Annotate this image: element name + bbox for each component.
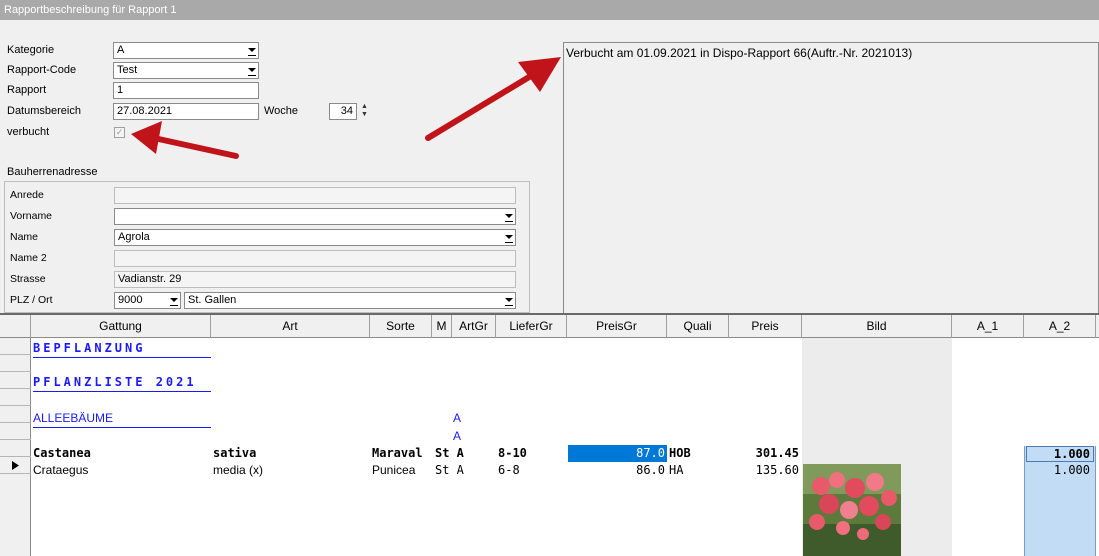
header-art[interactable]: Art bbox=[211, 315, 370, 338]
cell-quali[interactable]: HOB bbox=[669, 445, 691, 461]
cell-liefergr[interactable]: 8-10 bbox=[498, 445, 527, 461]
section-underline bbox=[33, 391, 211, 392]
row-indicator[interactable] bbox=[0, 389, 31, 406]
cell-gattung[interactable]: Crataegus bbox=[33, 462, 88, 478]
plant-photo[interactable] bbox=[803, 464, 901, 556]
arrow-to-memo-icon bbox=[425, 57, 561, 141]
arrow-to-checkbox-icon bbox=[131, 121, 239, 159]
plant-grid: Gattung Art Sorte M ArtGr LieferGr Preis… bbox=[0, 313, 1099, 556]
cell-sorte[interactable]: Maraval bbox=[372, 445, 423, 461]
header-preis[interactable]: Preis bbox=[729, 315, 802, 338]
current-row-icon bbox=[12, 461, 19, 470]
section-underline bbox=[33, 357, 211, 358]
header-liefergr[interactable]: LieferGr bbox=[496, 315, 567, 338]
header-sorte[interactable]: Sorte bbox=[370, 315, 432, 338]
cell-a2[interactable]: 1.000 bbox=[1026, 446, 1094, 462]
cell-artgr[interactable]: St A bbox=[435, 445, 464, 461]
cell-quali[interactable]: HA bbox=[669, 462, 683, 478]
header-preisgr[interactable]: PreisGr bbox=[567, 315, 667, 338]
group-artgr[interactable]: A bbox=[453, 428, 461, 444]
cell-preis[interactable]: 135.60 bbox=[729, 462, 799, 478]
header-bild[interactable]: Bild bbox=[802, 315, 952, 338]
header-a2[interactable]: A_2 bbox=[1024, 315, 1096, 338]
header-quali[interactable]: Quali bbox=[667, 315, 729, 338]
cell-a2[interactable]: 1.000 bbox=[1028, 462, 1090, 478]
header-m[interactable]: M bbox=[432, 315, 452, 338]
row-indicator[interactable] bbox=[0, 423, 31, 440]
group-artgr[interactable]: A bbox=[453, 410, 461, 426]
grid-header: Gattung Art Sorte M ArtGr LieferGr Preis… bbox=[0, 315, 1099, 338]
cell-art[interactable]: media (x) bbox=[213, 462, 263, 478]
header-a1[interactable]: A_1 bbox=[952, 315, 1024, 338]
cell-gattung[interactable]: Castanea bbox=[33, 445, 91, 461]
header-artgr[interactable]: ArtGr bbox=[452, 315, 496, 338]
cell-preisgr-selected[interactable]: 87.0 bbox=[568, 445, 667, 462]
section-title[interactable]: PFLANZLISTE 2021 bbox=[33, 374, 197, 390]
row-indicator[interactable] bbox=[0, 355, 31, 372]
cell-liefergr[interactable]: 6-8 bbox=[498, 462, 520, 478]
cell-artgr[interactable]: St A bbox=[435, 462, 464, 478]
row-indicator[interactable] bbox=[0, 372, 31, 389]
cell-preis[interactable]: 301.45 bbox=[729, 445, 799, 461]
annotation-arrows bbox=[131, 57, 561, 159]
row-indicator-column bbox=[0, 338, 31, 556]
header-indicator bbox=[0, 315, 31, 338]
row-indicator[interactable] bbox=[0, 406, 31, 423]
row-indicator[interactable] bbox=[0, 440, 31, 457]
section-title[interactable]: BEPFLANZUNG bbox=[33, 340, 145, 356]
group-underline bbox=[33, 427, 211, 428]
group-title[interactable]: ALLEEBÄUME bbox=[33, 410, 113, 426]
row-indicator[interactable] bbox=[0, 457, 31, 474]
row-indicator[interactable] bbox=[0, 474, 31, 556]
header-gattung[interactable]: Gattung bbox=[31, 315, 211, 338]
cell-sorte[interactable]: Punicea bbox=[372, 462, 415, 478]
cell-preisgr[interactable]: 86.0 bbox=[568, 462, 667, 478]
row-indicator[interactable] bbox=[0, 338, 31, 355]
cell-art[interactable]: sativa bbox=[213, 445, 256, 461]
